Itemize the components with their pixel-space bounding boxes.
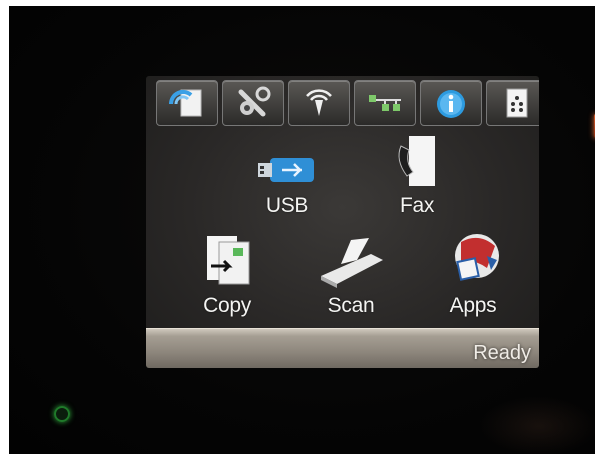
printer-photo: USB Fax Copy Scan Apps Ready (9, 6, 595, 454)
usb-app-button[interactable]: USB (242, 150, 332, 218)
fax-label: Fax (399, 194, 435, 217)
apps-app-button[interactable]: Apps (428, 230, 518, 318)
usb-label: USB (265, 194, 309, 217)
web-services-button[interactable] (156, 80, 218, 126)
top-toolbar (156, 80, 539, 128)
fax-app-button[interactable]: Fax (372, 134, 462, 218)
scanner-icon (321, 238, 383, 288)
status-text: Ready (473, 342, 531, 364)
copy-icon (207, 236, 250, 285)
scan-app-button[interactable]: Scan (306, 236, 396, 318)
supplies-icon (506, 88, 528, 118)
usb-drive-icon (258, 158, 314, 182)
copy-app-button[interactable]: Copy (182, 232, 272, 318)
info-icon (437, 90, 465, 118)
attention-indicator-icon (594, 114, 595, 138)
supplies-button[interactable] (486, 80, 539, 126)
setup-icon (238, 86, 271, 117)
fax-icon (398, 136, 435, 186)
setup-button[interactable] (222, 80, 284, 126)
web-services-icon (168, 89, 202, 117)
copy-label: Copy (203, 294, 251, 317)
network-button[interactable] (354, 80, 416, 126)
info-button[interactable] (420, 80, 482, 126)
bezel-reflection (479, 396, 595, 454)
control-panel-screen: USB Fax Copy Scan Apps Ready (146, 76, 539, 368)
apps-label: Apps (449, 294, 497, 317)
wireless-icon (306, 89, 332, 116)
status-bar: Ready (146, 328, 539, 368)
power-led-icon[interactable] (54, 406, 70, 422)
network-icon (369, 95, 401, 111)
apps-icon (455, 234, 499, 281)
scan-label: Scan (327, 294, 375, 317)
wireless-button[interactable] (288, 80, 350, 126)
